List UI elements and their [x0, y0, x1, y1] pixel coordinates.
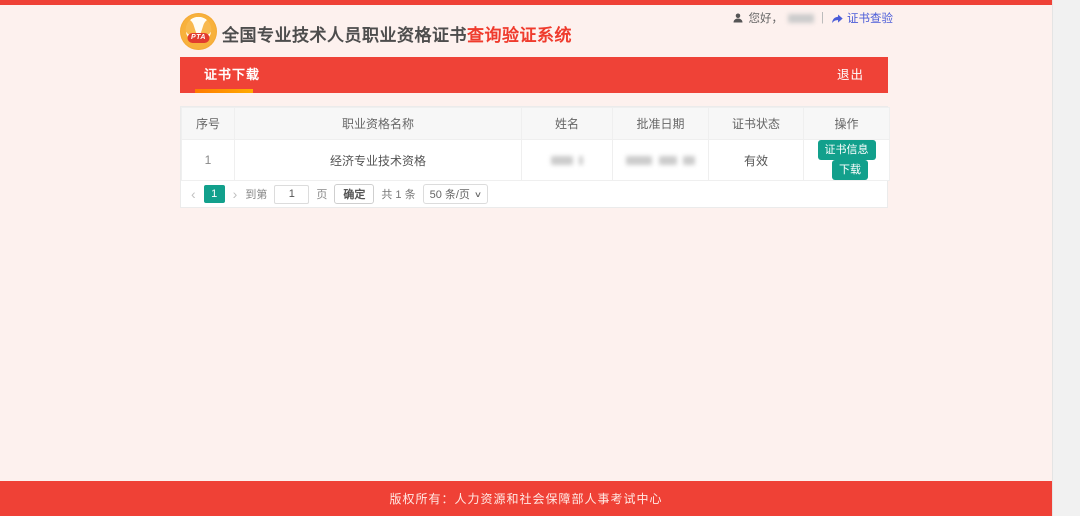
column-header-status: 证书状态 — [709, 108, 804, 140]
logout-button[interactable]: 退出 — [837, 57, 864, 93]
certificate-table: 序号 职业资格名称 姓名 批准日期 证书状态 操作 1 经济专业技术资格 — [181, 107, 890, 181]
current-page-button[interactable]: 1 — [204, 185, 225, 203]
cell-actions: 证书信息 下载 — [804, 140, 890, 181]
page-title-accent: 查询验证系统 — [467, 26, 572, 45]
total-count-label: 共 1 条 — [381, 186, 415, 202]
share-arrow-icon — [831, 12, 844, 25]
active-tab-underline — [195, 89, 253, 93]
redacted-name-block — [551, 156, 573, 165]
cell-qualification-name: 经济专业技术资格 — [235, 140, 522, 181]
certificate-info-button[interactable]: 证书信息 — [818, 140, 876, 160]
goto-suffix-label: 页 — [316, 186, 327, 202]
pta-logo: PTA — [180, 13, 217, 50]
page-size-select[interactable]: 50 条/页 ∨ — [423, 184, 488, 204]
download-button[interactable]: 下载 — [832, 160, 868, 180]
cell-row-number: 1 — [182, 140, 235, 181]
user-bar: 您好， | 证书查验 — [732, 10, 894, 26]
footer: 版权所有：人力资源和社会保障部人事考试中心 — [0, 481, 1052, 516]
logo-text: PTA — [187, 33, 210, 43]
table-header-row: 序号 职业资格名称 姓名 批准日期 证书状态 操作 — [182, 108, 890, 140]
certificate-verify-link[interactable]: 证书查验 — [831, 10, 893, 26]
page-title: 全国专业技术人员职业资格证书查询验证系统 — [222, 21, 572, 46]
confirm-page-button[interactable]: 确定 — [334, 184, 374, 204]
goto-prefix-label: 到第 — [245, 186, 267, 202]
greeting-text: 您好， — [749, 10, 784, 26]
page-size-value: 50 条/页 — [430, 186, 470, 202]
column-header-no: 序号 — [182, 108, 235, 140]
page: PTA 全国专业技术人员职业资格证书查询验证系统 您好， | 证书查验 证书下载… — [0, 0, 1080, 516]
redacted-date-block — [626, 156, 652, 165]
column-header-qualification: 职业资格名称 — [235, 108, 522, 140]
cell-status: 有效 — [709, 140, 804, 181]
page-title-main: 全国专业技术人员职业资格证书 — [222, 26, 467, 45]
chevron-down-icon: ∨ — [474, 190, 482, 199]
page-number-input[interactable] — [274, 185, 309, 204]
certificate-table-card: 序号 职业资格名称 姓名 批准日期 证书状态 操作 1 经济专业技术资格 — [180, 106, 888, 208]
navbar: 证书下载 退出 — [180, 57, 888, 93]
table-row: 1 经济专业技术资格 有效 证书信息 下载 — [182, 140, 890, 181]
redacted-name-block — [579, 156, 583, 165]
column-header-actions: 操作 — [804, 108, 890, 140]
redacted-username — [788, 14, 814, 23]
divider: | — [821, 12, 824, 24]
cell-name-redacted — [522, 140, 613, 181]
cell-approval-date-redacted — [613, 140, 709, 181]
vertical-scrollbar[interactable] — [1052, 0, 1080, 516]
chevron-right-icon[interactable]: › — [232, 187, 239, 201]
pagination-bar: ‹ 1 › 到第 页 确定 共 1 条 50 条/页 ∨ — [181, 181, 887, 207]
verify-link-label: 证书查验 — [847, 10, 893, 26]
column-header-name: 姓名 — [522, 108, 613, 140]
column-header-approval-date: 批准日期 — [613, 108, 709, 140]
tab-certificate-download[interactable]: 证书下载 — [204, 57, 260, 93]
copyright-text: 版权所有：人力资源和社会保障部人事考试中心 — [389, 490, 662, 507]
chevron-left-icon[interactable]: ‹ — [190, 187, 197, 201]
user-icon — [732, 12, 744, 24]
redacted-date-block — [659, 156, 677, 165]
redacted-date-block — [683, 156, 695, 165]
top-accent-strip — [0, 0, 1052, 5]
